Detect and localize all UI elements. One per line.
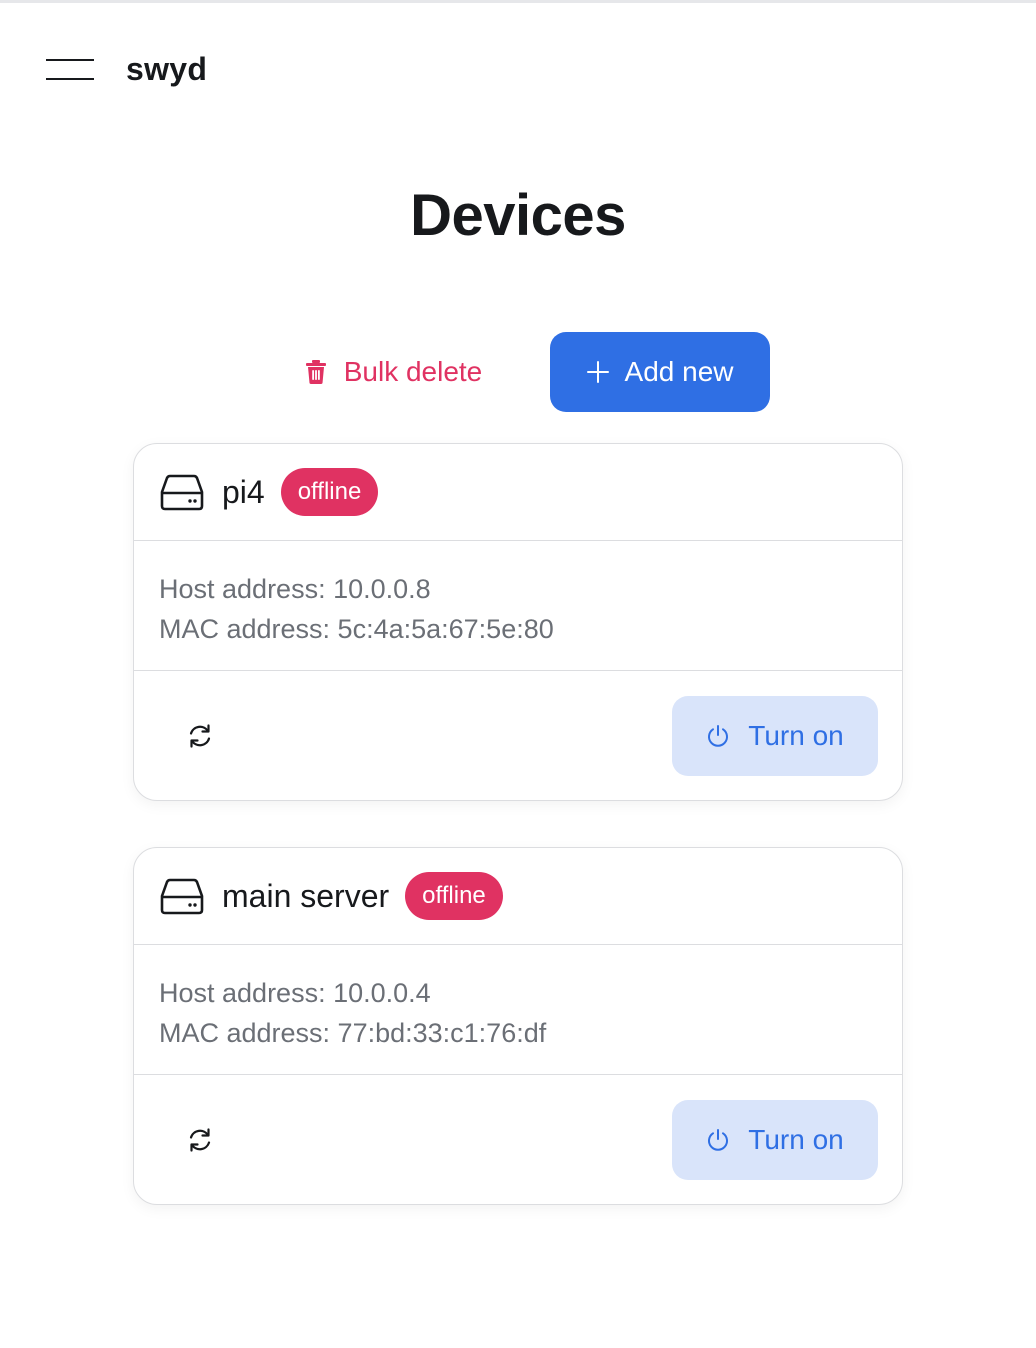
brand-name: swyd [126, 51, 208, 87]
refresh-button[interactable] [178, 711, 222, 761]
hard-drive-icon [160, 876, 204, 916]
device-card-header: pi4 offline [134, 444, 902, 541]
device-name: pi4 [222, 473, 265, 510]
app-header: swyd [0, 3, 1036, 133]
device-card-body: Host address: 10.0.0.4 MAC address: 77:b… [134, 945, 902, 1075]
refresh-icon [187, 1127, 213, 1153]
hamburger-menu-icon[interactable] [46, 59, 94, 81]
bulk-delete-label: Bulk delete [343, 356, 483, 387]
device-card: main server offline Host address: 10.0.0… [133, 847, 903, 1205]
turn-on-label: Turn on [748, 1124, 844, 1155]
mac-address: MAC address: 77:bd:33:c1:76:df [159, 1018, 547, 1048]
turn-on-label: Turn on [748, 720, 844, 751]
add-new-button[interactable]: Add new [550, 332, 770, 412]
bulk-delete-button[interactable]: Bulk delete [286, 332, 500, 412]
host-address: Host address: 10.0.0.8 [159, 574, 431, 604]
device-card-footer: Turn on [134, 1075, 902, 1205]
status-badge: offline [280, 468, 379, 516]
trash-icon [304, 359, 328, 385]
page-title: Devices [410, 183, 626, 248]
device-card: pi4 offline Host address: 10.0.0.8 MAC a… [133, 443, 903, 801]
host-address: Host address: 10.0.0.4 [159, 978, 431, 1008]
plus-icon [586, 361, 609, 383]
refresh-button[interactable] [178, 1115, 222, 1165]
power-icon [706, 1128, 730, 1152]
power-icon [706, 724, 730, 748]
refresh-icon [187, 723, 213, 749]
device-name: main server [222, 877, 390, 914]
status-badge: offline [405, 872, 503, 920]
mac-address: MAC address: 5c:4a:5a:67:5e:80 [159, 614, 554, 644]
device-card-body: Host address: 10.0.0.8 MAC address: 5c:4… [134, 541, 902, 671]
hard-drive-icon [160, 472, 204, 512]
add-new-label: Add new [624, 356, 734, 387]
device-card-header: main server offline [134, 848, 902, 945]
device-card-footer: Turn on [134, 671, 902, 801]
turn-on-button[interactable]: Turn on [672, 696, 878, 776]
turn-on-button[interactable]: Turn on [672, 1100, 878, 1180]
